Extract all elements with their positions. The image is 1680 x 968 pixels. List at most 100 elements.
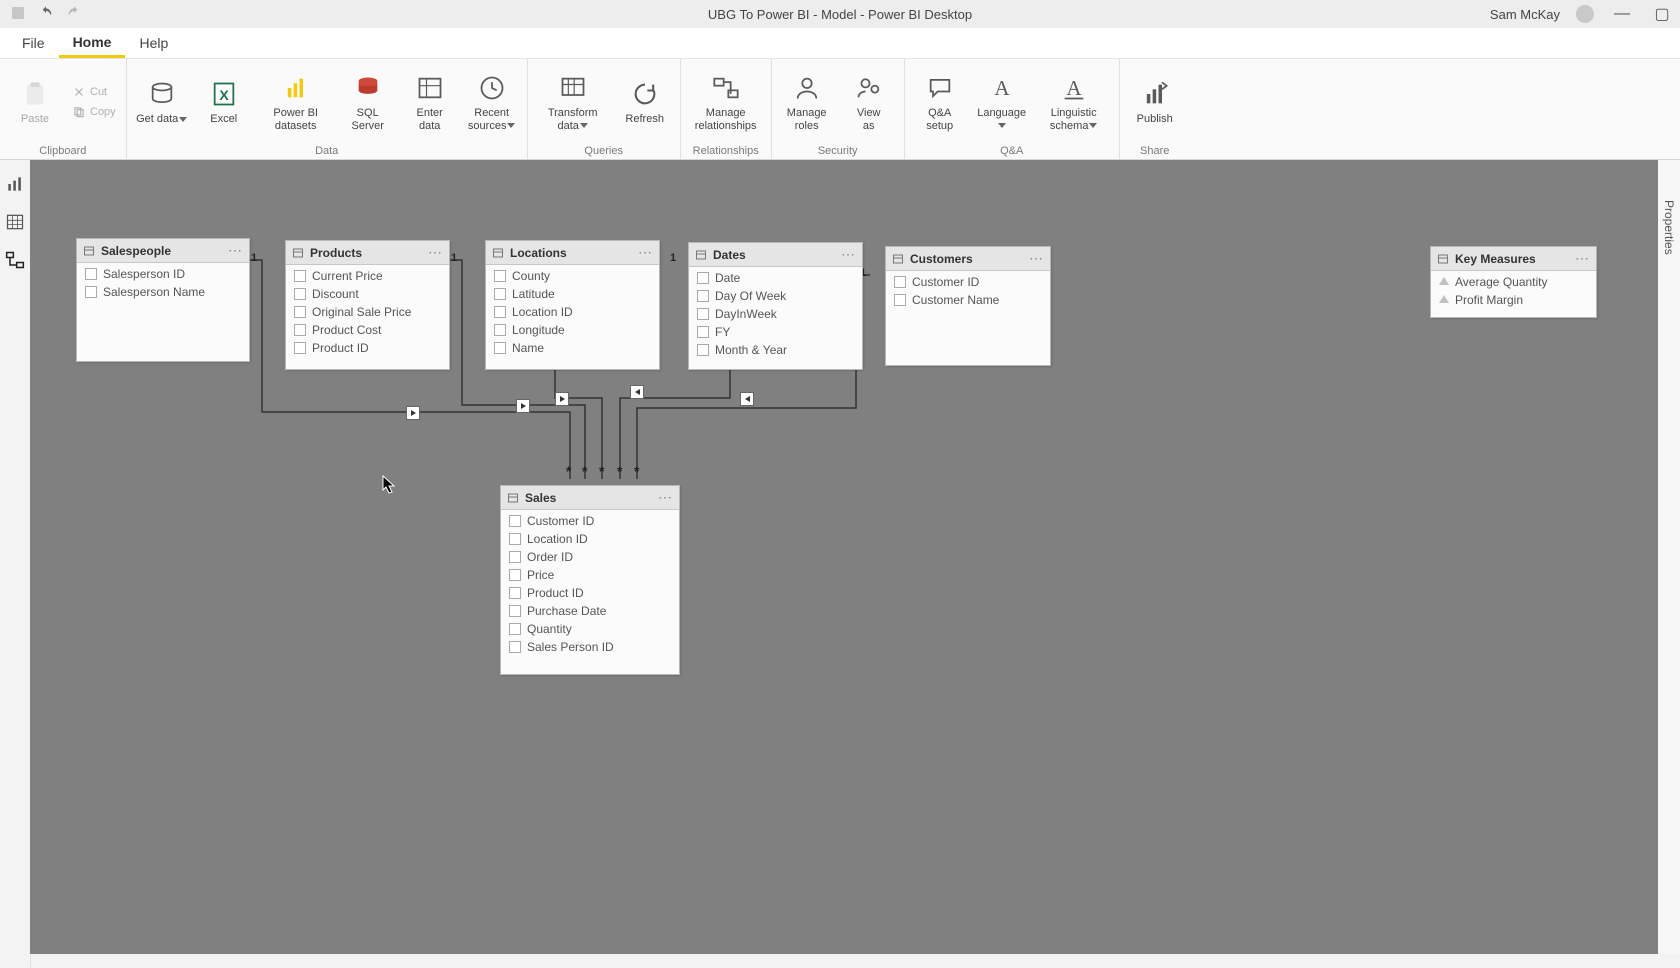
filter-arrow-icon <box>740 392 754 406</box>
field-row[interactable]: Product Cost <box>286 321 449 339</box>
column-icon <box>294 288 306 300</box>
field-row[interactable]: Product ID <box>501 584 679 602</box>
user-name[interactable]: Sam McKay <box>1490 7 1560 22</box>
undo-icon[interactable] <box>38 5 54 24</box>
measure-icon <box>1439 277 1449 287</box>
table-products[interactable]: Products ⋯ Current PriceDiscountOriginal… <box>285 240 450 370</box>
cut-button[interactable]: Cut <box>72 85 116 99</box>
table-more-icon[interactable]: ⋯ <box>428 244 443 261</box>
field-row[interactable]: Customer Name <box>886 291 1050 309</box>
column-icon <box>509 515 521 527</box>
field-row[interactable]: Customer ID <box>886 273 1050 291</box>
field-row[interactable]: Purchase Date <box>501 602 679 620</box>
qa-setup-icon <box>924 72 956 104</box>
get-data-button[interactable]: Get data <box>133 74 191 129</box>
column-icon <box>509 623 521 635</box>
user-avatar-icon[interactable] <box>1576 5 1594 23</box>
field-row[interactable]: Longitude <box>486 321 659 339</box>
field-label: DayInWeek <box>715 307 777 321</box>
menu-help[interactable]: Help <box>125 28 182 58</box>
copy-button[interactable]: Copy <box>72 105 116 119</box>
properties-pane-collapsed[interactable]: Properties <box>1657 160 1680 954</box>
column-icon <box>509 587 521 599</box>
table-key-measures[interactable]: Key Measures ⋯ Average QuantityProfit Ma… <box>1430 246 1597 318</box>
language-button[interactable]: A Language <box>973 68 1031 135</box>
table-more-icon[interactable]: ⋯ <box>1575 250 1590 267</box>
table-more-icon[interactable]: ⋯ <box>228 242 243 259</box>
field-label: Purchase Date <box>527 604 606 618</box>
table-more-icon[interactable]: ⋯ <box>1029 250 1044 267</box>
menu-file[interactable]: File <box>8 28 59 58</box>
model-canvas[interactable]: 1 1 1 1 * * * * * Salespeople ⋯ Salesper… <box>30 160 1658 954</box>
redo-icon[interactable] <box>66 5 82 24</box>
field-label: Price <box>527 568 554 582</box>
paste-button[interactable]: Paste <box>6 74 64 129</box>
mouse-cursor-icon <box>382 475 396 495</box>
field-row[interactable]: Salesperson ID <box>77 265 249 283</box>
field-row[interactable]: Location ID <box>501 530 679 548</box>
field-row[interactable]: Latitude <box>486 285 659 303</box>
excel-button[interactable]: X Excel <box>195 74 253 129</box>
manage-relationships-button[interactable]: Manage relationships <box>687 68 765 135</box>
ribbon-group-relationships: Manage relationships Relationships <box>681 59 772 159</box>
field-row[interactable]: County <box>486 267 659 285</box>
minimize-button[interactable]: — <box>1610 5 1634 23</box>
field-label: Customer ID <box>912 275 979 289</box>
column-icon <box>697 308 709 320</box>
field-row[interactable]: Original Sale Price <box>286 303 449 321</box>
recent-sources-button[interactable]: Recent sources <box>463 68 521 135</box>
report-view-button[interactable] <box>5 174 25 194</box>
sql-server-button[interactable]: SQL Server <box>339 68 397 135</box>
table-customers[interactable]: Customers ⋯ Customer IDCustomer Name <box>885 246 1051 366</box>
table-more-icon[interactable]: ⋯ <box>658 489 673 506</box>
manage-roles-button[interactable]: Manage roles <box>778 68 836 135</box>
field-row[interactable]: Sales Person ID <box>501 638 679 656</box>
model-view-button[interactable] <box>5 250 25 270</box>
field-label: Day Of Week <box>715 289 786 303</box>
field-row[interactable]: Name <box>486 339 659 357</box>
field-row[interactable]: Month & Year <box>689 341 862 359</box>
manage-relationships-icon <box>710 72 742 104</box>
view-as-button[interactable]: View as <box>840 68 898 135</box>
field-row[interactable]: DayInWeek <box>689 305 862 323</box>
field-row[interactable]: Order ID <box>501 548 679 566</box>
field-row[interactable]: Price <box>501 566 679 584</box>
field-row[interactable]: FY <box>689 323 862 341</box>
table-salespeople[interactable]: Salespeople ⋯ Salesperson IDSalesperson … <box>76 238 250 362</box>
publish-button[interactable]: Publish <box>1126 74 1184 129</box>
pbi-datasets-button[interactable]: Power BI datasets <box>257 68 335 135</box>
transform-data-button[interactable]: Transform data <box>534 68 612 135</box>
maximize-button[interactable]: ▢ <box>1650 4 1674 24</box>
field-row[interactable]: Customer ID <box>501 512 679 530</box>
field-label: Product Cost <box>312 323 381 337</box>
recent-sources-icon <box>476 72 508 104</box>
enter-data-button[interactable]: Enter data <box>401 68 459 135</box>
refresh-button[interactable]: Refresh <box>616 74 674 129</box>
column-icon <box>509 641 521 653</box>
column-icon <box>509 605 521 617</box>
table-more-icon[interactable]: ⋯ <box>841 246 856 263</box>
linguistic-schema-button[interactable]: A Linguistic schema <box>1035 68 1113 135</box>
field-row[interactable]: Discount <box>286 285 449 303</box>
table-locations[interactable]: Locations ⋯ CountyLatitudeLocation IDLon… <box>485 240 660 370</box>
field-row[interactable]: Day Of Week <box>689 287 862 305</box>
view-as-icon <box>853 72 885 104</box>
refresh-icon <box>629 78 661 110</box>
field-row[interactable]: Current Price <box>286 267 449 285</box>
field-row[interactable]: Profit Margin <box>1431 291 1596 309</box>
menu-home[interactable]: Home <box>59 28 126 58</box>
field-row[interactable]: Quantity <box>501 620 679 638</box>
table-sales[interactable]: Sales ⋯ Customer IDLocation IDOrder IDPr… <box>500 485 680 675</box>
field-row[interactable]: Date <box>689 269 862 287</box>
titlebar: UBG To Power BI - Model - Power BI Deskt… <box>0 0 1680 28</box>
field-row[interactable]: Location ID <box>486 303 659 321</box>
field-row[interactable]: Product ID <box>286 339 449 357</box>
filter-arrow-icon <box>555 392 569 406</box>
field-row[interactable]: Salesperson Name <box>77 283 249 301</box>
field-row[interactable]: Average Quantity <box>1431 273 1596 291</box>
data-view-button[interactable] <box>5 212 25 232</box>
qa-setup-button[interactable]: Q&A setup <box>911 68 969 135</box>
table-dates[interactable]: Dates ⋯ DateDay Of WeekDayInWeekFYMonth … <box>688 242 863 370</box>
column-icon <box>697 290 709 302</box>
table-more-icon[interactable]: ⋯ <box>638 244 653 261</box>
